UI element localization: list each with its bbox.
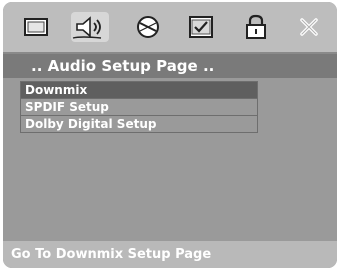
setup-menu-screen: .. Audio Setup Page .. Downmix SPDIF Set… xyxy=(3,2,337,268)
status-bar: Go To Downmix Setup Page xyxy=(3,241,337,268)
audio-setup-menu: Downmix SPDIF Setup Dolby Digital Setup xyxy=(20,81,258,133)
audio-setup-icon[interactable] xyxy=(71,12,109,42)
setup-icon-bar xyxy=(3,2,337,54)
general-setup-icon[interactable] xyxy=(21,12,51,42)
dolby-setup-icon[interactable] xyxy=(133,12,163,42)
menu-item-spdif-setup[interactable]: SPDIF Setup xyxy=(21,99,257,116)
menu-item-dolby-digital-setup[interactable]: Dolby Digital Setup xyxy=(21,116,257,132)
preference-icon[interactable] xyxy=(186,12,216,42)
menu-item-downmix[interactable]: Downmix xyxy=(21,82,257,99)
password-lock-icon[interactable] xyxy=(241,12,271,42)
page-title: .. Audio Setup Page .. xyxy=(3,54,337,78)
exit-icon[interactable] xyxy=(294,12,324,42)
